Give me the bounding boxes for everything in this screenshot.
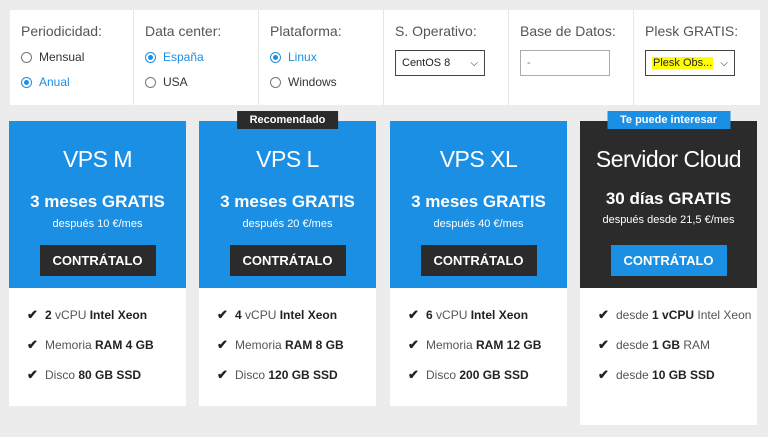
- feature-item: ✔ Disco 120 GB SSD: [217, 367, 338, 382]
- feature-item: ✔ 6 vCPU Intel Xeon: [408, 307, 529, 322]
- plan-features: ✔ desde 1 vCPU Intel Xeon ✔ desde 1 GB RAM…: [580, 288, 757, 425]
- plan-price: después desde 21,5 €/mes: [602, 214, 735, 226]
- select-value: Plesk Obs...: [652, 57, 714, 69]
- filter-title: Plesk GRATIS:: [645, 23, 739, 39]
- filter-datacenter: Data center: España USA: [134, 10, 259, 105]
- check-icon: ✔: [408, 367, 419, 382]
- db-select[interactable]: -: [520, 50, 610, 76]
- check-icon: ✔: [408, 307, 419, 322]
- filter-title: Periodicidad:: [21, 23, 102, 39]
- check-icon: ✔: [27, 367, 38, 382]
- check-icon: ✔: [217, 307, 228, 322]
- check-icon: ✔: [27, 307, 38, 322]
- check-icon: ✔: [598, 367, 609, 382]
- contratalo-button[interactable]: CONTRÁTALO: [39, 245, 156, 276]
- radio-windows[interactable]: Windows: [270, 75, 383, 89]
- select-value: -: [527, 57, 531, 69]
- feature-item: ✔ Memoria RAM 4 GB: [27, 337, 154, 352]
- plan-promo: 3 meses GRATIS: [220, 192, 355, 211]
- select-value: CentOS 8: [402, 57, 451, 69]
- plan-name: VPS XL: [439, 146, 518, 172]
- filter-plataforma: Plataforma: Linux Windows: [259, 10, 384, 105]
- radio-button[interactable]: [270, 76, 281, 88]
- check-icon: ✔: [598, 337, 609, 352]
- feature-item: ✔ Memoria RAM 8 GB: [217, 337, 344, 352]
- plan-features: ✔ 6 vCPU Intel Xeon ✔ Memoria RAM 12 GB ✔ D…: [390, 288, 567, 406]
- filter-sistema-operativo: S. Operativo: CentOS 8 ⌵: [384, 10, 509, 105]
- feature-item: ✔ desde 1 GB RAM: [598, 337, 711, 352]
- plan-promo: 3 meses GRATIS: [30, 192, 165, 211]
- radio-label: Linux: [288, 50, 317, 64]
- feature-item: ✔ Disco 80 GB SSD: [27, 367, 142, 382]
- os-select[interactable]: CentOS 8 ⌵: [395, 50, 485, 76]
- plan-price: después 40 €/mes: [433, 218, 524, 230]
- plan-card-servidor-cloud: Te puede interesar Servidor Cloud 30 día…: [580, 111, 757, 425]
- radio-label: España: [163, 50, 204, 64]
- plan-name: VPS M: [62, 146, 133, 172]
- recommended-badge: Recomendado: [236, 111, 339, 129]
- feature-item: ✔ 2 vCPU Intel Xeon: [27, 307, 148, 322]
- radio-espana[interactable]: España: [145, 50, 258, 64]
- plan-card-vps-xl: VPS XL 3 meses GRATIS después 40 €/mes C…: [390, 121, 567, 406]
- radio-anual[interactable]: Anual: [21, 75, 133, 89]
- plan-header: VPS M 3 meses GRATIS después 10 €/mes CO…: [9, 121, 186, 288]
- plesk-select[interactable]: Plesk Obs... ⌵: [645, 50, 735, 76]
- plan-card-vps-l: Recomendado VPS L 3 meses GRATIS después…: [199, 111, 376, 406]
- feature-item: ✔ 4 vCPU Intel Xeon: [217, 307, 338, 322]
- radio-label: USA: [163, 75, 188, 89]
- radio-linux[interactable]: Linux: [270, 50, 383, 64]
- radio-mensual[interactable]: Mensual: [21, 50, 133, 64]
- radio-usa[interactable]: USA: [145, 75, 258, 89]
- radio-button[interactable]: [21, 76, 32, 88]
- feature-item: ✔ desde 10 GB SSD: [598, 367, 715, 382]
- plan-name: Servidor Cloud: [595, 146, 742, 172]
- plan-promo: 30 días GRATIS: [605, 189, 732, 208]
- chevron-down-icon: ⌵: [720, 57, 728, 69]
- filter-base-datos: Base de Datos: -: [509, 10, 634, 105]
- plan-price: después 20 €/mes: [242, 218, 333, 230]
- radio-button[interactable]: [145, 76, 156, 88]
- radio-button[interactable]: [21, 51, 32, 63]
- filter-bar: Periodicidad: Mensual Anual Data center:…: [10, 10, 760, 105]
- radio-label: Anual: [39, 75, 70, 89]
- filter-plesk: Plesk GRATIS: Plesk Obs... ⌵: [634, 10, 760, 105]
- plan-price: después 10 €/mes: [52, 218, 143, 230]
- plan-card-vps-m: VPS M 3 meses GRATIS después 10 €/mes CO…: [9, 121, 186, 406]
- filter-title: Base de Datos:: [520, 23, 616, 39]
- check-icon: ✔: [217, 367, 228, 382]
- filter-periodicidad: Periodicidad: Mensual Anual: [10, 10, 134, 105]
- plan-name: VPS L: [256, 146, 319, 172]
- contratalo-button[interactable]: CONTRÁTALO: [610, 245, 727, 276]
- feature-item: ✔ desde 1 vCPU Intel Xeon: [598, 307, 752, 322]
- check-icon: ✔: [408, 337, 419, 352]
- radio-button[interactable]: [270, 51, 281, 63]
- feature-item: ✔ Memoria RAM 12 GB: [408, 337, 542, 352]
- chevron-down-icon: ⌵: [470, 57, 478, 69]
- plan-features: ✔ 4 vCPU Intel Xeon ✔ Memoria RAM 8 GB ✔ Di…: [199, 288, 376, 406]
- interest-badge: Te puede interesar: [607, 111, 730, 129]
- contratalo-button[interactable]: CONTRÁTALO: [420, 245, 537, 276]
- radio-button[interactable]: [145, 51, 156, 63]
- plan-features: ✔ 2 vCPU Intel Xeon ✔ Memoria RAM 4 GB ✔ Di…: [9, 288, 186, 406]
- plan-header: Te puede interesar Servidor Cloud 30 día…: [580, 111, 757, 288]
- check-icon: ✔: [217, 337, 228, 352]
- radio-label: Mensual: [39, 50, 85, 64]
- plan-header: VPS XL 3 meses GRATIS después 40 €/mes C…: [390, 121, 567, 288]
- plan-promo: 3 meses GRATIS: [411, 192, 546, 211]
- contratalo-button[interactable]: CONTRÁTALO: [229, 245, 346, 276]
- feature-item: ✔ Disco 200 GB SSD: [408, 367, 529, 382]
- filter-title: S. Operativo:: [395, 23, 477, 39]
- check-icon: ✔: [598, 307, 609, 322]
- check-icon: ✔: [27, 337, 38, 352]
- radio-label: Windows: [288, 75, 337, 89]
- plan-header: Recomendado VPS L 3 meses GRATIS después…: [199, 111, 376, 288]
- filter-title: Plataforma:: [270, 23, 342, 39]
- filter-title: Data center:: [145, 23, 222, 39]
